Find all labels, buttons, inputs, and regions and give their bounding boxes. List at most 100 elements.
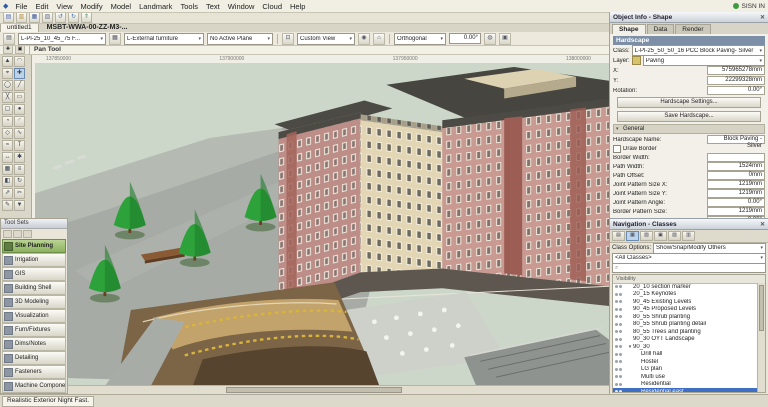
rotation-field[interactable]: 0.00° [707,86,765,95]
design-layers-icon[interactable]: ▤ [612,231,625,241]
class-icon[interactable]: ▦ [109,33,121,45]
symbol-tool-icon[interactable]: ✱ [14,152,25,163]
hardscape-name-field[interactable]: Block Paving - Silver [707,135,765,144]
menu-item-view[interactable]: View [52,2,76,11]
path-width-field[interactable]: 1524mm [707,162,765,171]
vertical-scrollbar[interactable] [757,283,765,392]
open-file-icon[interactable]: ▥ [16,12,27,23]
class-row-80-55-trees-and-planting[interactable]: 80_55 Trees and planting [613,328,758,336]
double-line-tool-icon[interactable]: ╳ [2,92,13,103]
publish-icon[interactable]: ⇑ [81,12,92,23]
lasso-tool-icon[interactable]: ◠ [14,56,25,67]
menu-item-file[interactable]: File [11,2,31,11]
navigation-title-bar[interactable]: Navigation - Classes ✕ [610,219,768,230]
offset-tool-icon[interactable]: ≡ [14,164,25,175]
zoom-tool-icon[interactable]: ◯ [2,80,13,91]
tool-sets-view-icon[interactable] [13,230,22,238]
stake-tool-icon[interactable]: ⌖ [2,68,13,79]
object-layer-dropdown[interactable]: Paving▾ [643,55,765,66]
general-section-header[interactable]: General [613,124,765,134]
tool-set-detailing[interactable]: Detailing [2,351,66,365]
tool-set-dims-notes[interactable]: Dims/Notes [2,337,66,351]
new-file-icon[interactable]: ▤ [3,12,14,23]
clip-cube-icon[interactable]: ▣ [499,33,511,45]
visibility-icons[interactable] [613,345,627,348]
border-pattern-size-field[interactable]: 1219mm [707,207,765,216]
tool-set-machine-components[interactable]: Machine Components [2,379,66,393]
class-filter-dropdown[interactable]: <All Classes>▾ [612,253,766,264]
vertical-scrollbar-thumb[interactable] [759,285,764,331]
viewports-icon[interactable]: ▣ [654,231,667,241]
move-tool-icon[interactable]: ⇗ [2,188,13,199]
viewport-3d-scene[interactable] [35,63,609,386]
visibility-icons[interactable] [613,315,627,318]
menu-item-landmark[interactable]: Landmark [135,2,176,11]
rectangle-tool-icon[interactable]: ▭ [14,92,25,103]
class-row-residential[interactable]: Residential [613,381,758,389]
dimension-tool-icon[interactable]: ↔ [2,152,13,163]
menu-item-modify[interactable]: Modify [77,2,107,11]
user-account-badge[interactable]: SISN IN [742,3,765,10]
visibility-icons[interactable] [613,390,627,392]
visibility-icons[interactable] [613,383,627,386]
text-tool-icon[interactable]: T [14,140,25,151]
y-coordinate-field[interactable]: 22299328mm [707,76,765,85]
sheet-layers-icon[interactable]: ▧ [640,231,653,241]
menu-item-help[interactable]: Help [286,2,309,11]
save-hardscape-button[interactable]: Save Hardscape... [617,111,762,122]
class-row-residential-east[interactable]: Residential east [613,388,758,392]
tool-set-building-shell[interactable]: Building Shell [2,281,66,295]
menu-item-tools[interactable]: Tools [176,2,202,11]
redo-icon[interactable]: ↻ [68,12,79,23]
freehand-tool-icon[interactable]: ≈ [2,140,13,151]
visibility-icons[interactable] [613,338,627,341]
flyover-icon[interactable]: ◉ [358,33,370,45]
line-tool-icon[interactable]: ╱ [14,80,25,91]
tool-sets-title[interactable]: Tool Sets [1,219,67,229]
projection-dropdown[interactable]: Orthogonal▾ [394,33,446,45]
visibility-icons[interactable] [613,300,627,303]
pan-interactive-icon[interactable]: ▣ [15,45,25,54]
menu-item-window[interactable]: Window [224,2,259,11]
mirror-tool-icon[interactable]: ◧ [2,176,13,187]
pan-tool-icon[interactable]: ✚ [14,68,25,79]
render-mode-indicator[interactable]: Realistic Exterior Night Fast. [2,396,94,407]
selection-tool-icon[interactable]: ▲ [2,56,13,67]
pan-constrained-icon[interactable]: ✚ [3,45,13,54]
joint-pattern-angle-field[interactable]: 0.00° [707,198,765,207]
path-offset-field[interactable]: 0mm [707,171,765,180]
arc-tool-icon[interactable]: ◜ [14,116,25,127]
horizontal-scrollbar-thumb[interactable] [226,387,402,393]
tab-render[interactable]: Render [675,24,710,34]
class-row-80-55-shrub-planting-detail[interactable]: 80_55 Shrub planting detail [613,321,758,329]
tool-set-visualization[interactable]: Visualization [2,309,66,323]
visibility-icons[interactable] [613,330,627,333]
tool-set-3d-modeling[interactable]: 3D Modeling [2,295,66,309]
tool-sets-menu-icon[interactable] [23,230,32,238]
class-search-input[interactable]: ⌕ [612,263,766,273]
class-row-drill-hall[interactable]: Drill hall [613,351,758,359]
visibility-icons[interactable] [613,308,627,311]
active-class-dropdown[interactable]: L-External furniture▾ [124,33,204,45]
class-row-hostel[interactable]: Hostel [613,358,758,366]
tool-set-gis[interactable]: GIS [2,267,66,281]
class-row-90-30-oyt-landscape[interactable]: 90_30 OYT Landscape [613,336,758,344]
save-file-icon[interactable]: ▦ [29,12,40,23]
polyline-tool-icon[interactable]: ∿ [14,128,25,139]
current-view-dropdown[interactable]: Custom View▾ [297,33,355,45]
class-row-80-55-shrub-planting[interactable]: 80_55 Shrub planting [613,313,758,321]
attribute-tool-icon[interactable]: ✎ [2,200,13,211]
tool-set-fasteners[interactable]: Fasteners [2,365,66,379]
active-plane-dropdown[interactable]: No Active Plane▾ [207,33,273,45]
class-row-90-30[interactable]: ▾90_30 [613,343,758,351]
eyedropper-tool-icon[interactable]: ▼ [14,200,25,211]
active-layer-dropdown[interactable]: L-Pl-25_10_45_75 F...▾ [18,33,106,45]
hardscape-settings-button[interactable]: Hardscape Settings... [617,97,762,108]
draw-border-checkbox[interactable] [613,145,621,153]
class-row-multi-use[interactable]: Multi use [613,373,758,381]
rotate-tool-icon[interactable]: ↻ [14,176,25,187]
undo-icon[interactable]: ↺ [55,12,66,23]
walkthrough-icon[interactable]: ⌂ [373,33,385,45]
class-row-90-45-existing-levels[interactable]: 90_45 Existing Levels [613,298,758,306]
classes-icon[interactable]: ▦ [626,231,639,241]
